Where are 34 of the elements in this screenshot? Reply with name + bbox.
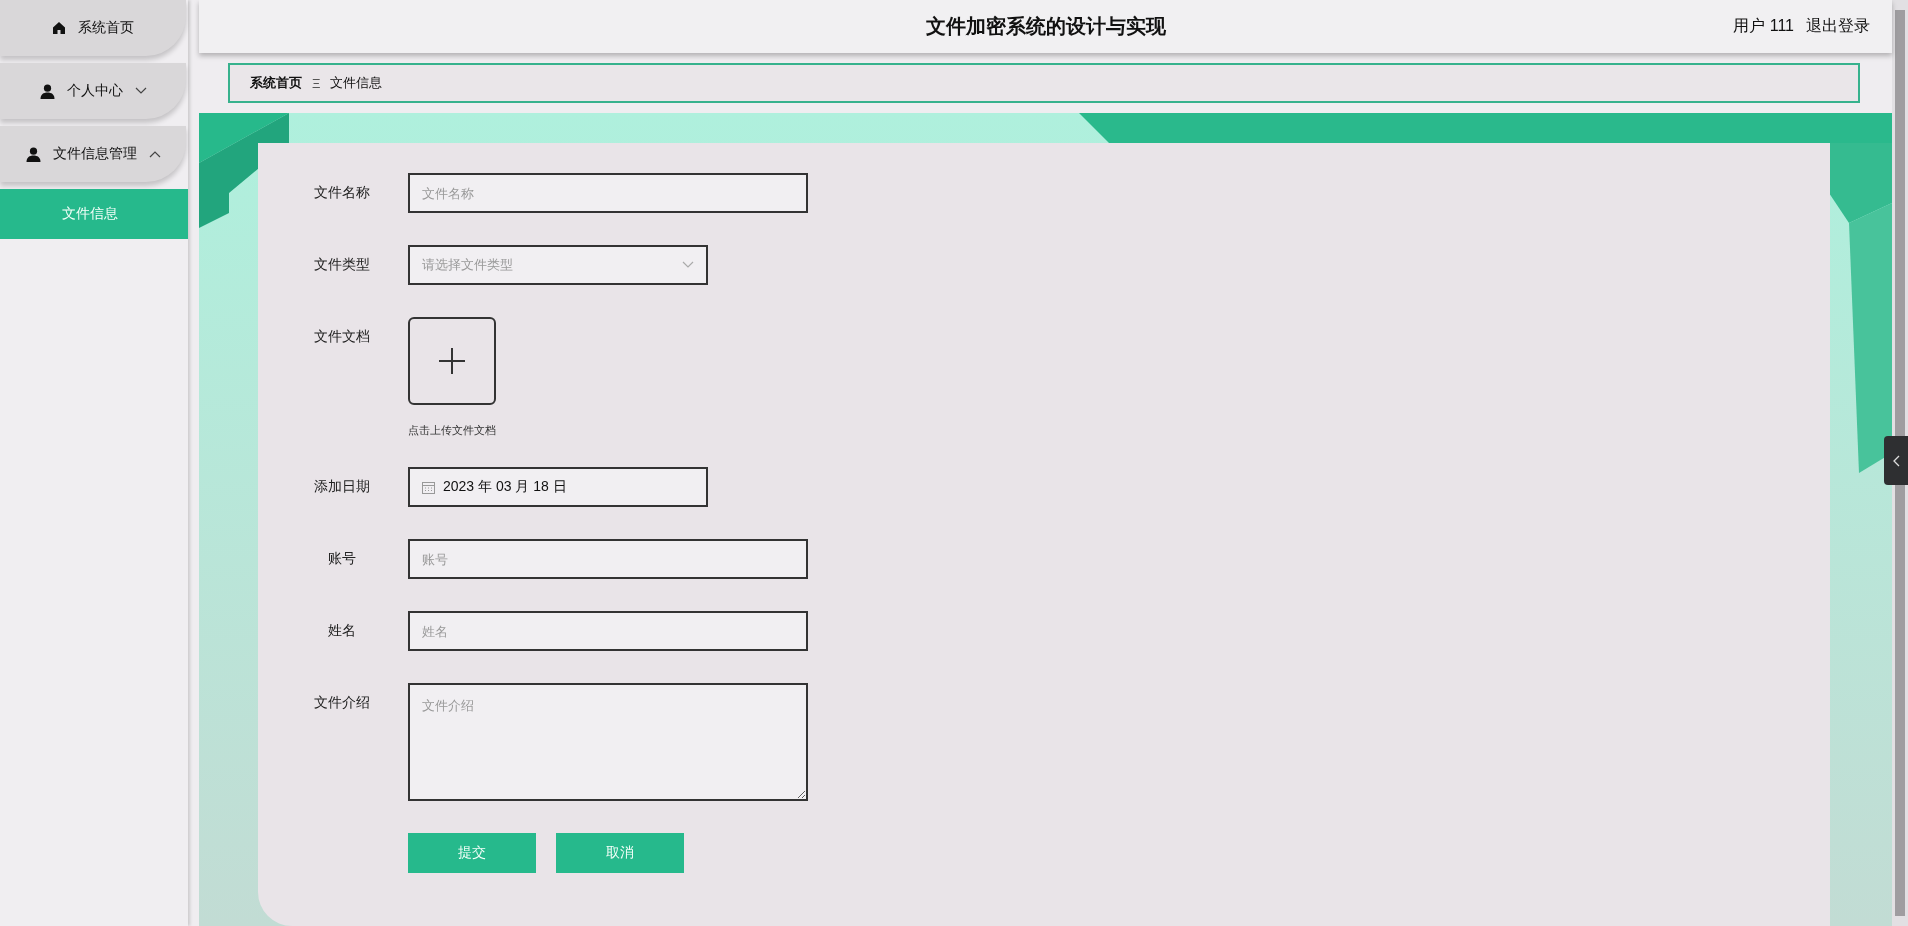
chevron-down-icon (682, 261, 694, 269)
upload-button[interactable] (408, 317, 496, 405)
field-label: 添加日期 (313, 478, 371, 496)
field-label: 姓名 (327, 622, 357, 640)
chevron-left-icon (1892, 454, 1900, 467)
text-input[interactable]: 姓名 (408, 611, 808, 651)
text-input[interactable]: 文件名称 (408, 173, 808, 213)
sidebar-menu-item[interactable]: 文件信息管理 (0, 126, 186, 182)
chevron-down-icon (134, 87, 147, 95)
breadcrumb-item[interactable]: 系统首页 (250, 74, 302, 92)
person-icon (39, 83, 55, 99)
field-label: 文件名称 (313, 184, 371, 202)
field-label: 文件类型 (313, 256, 371, 274)
scrollbar-thumb[interactable] (1895, 10, 1905, 916)
user-label: 用户 111 (1733, 16, 1794, 36)
date-field[interactable]: 2023 年 03 月 18 日 (408, 467, 708, 507)
sidebar-menu-item[interactable]: 个人中心 (0, 63, 186, 119)
field-label: 账号 (327, 550, 357, 568)
breadcrumb-separator: Ξ (312, 75, 321, 91)
chevron-up-icon (148, 150, 161, 158)
field-label: 文件介绍 (313, 694, 371, 712)
logout-link[interactable]: 退出登录 (1806, 16, 1870, 37)
text-input[interactable]: 账号 (408, 539, 808, 579)
collapse-toggle[interactable] (1884, 436, 1908, 485)
calendar-icon (422, 480, 435, 494)
person-icon (25, 146, 41, 162)
home-icon (52, 21, 66, 35)
sidebar-menu-item[interactable]: 系统首页 (0, 0, 186, 56)
page-title: 文件加密系统的设计与实现 (925, 15, 1166, 37)
plus-icon (439, 348, 465, 374)
textarea-field[interactable]: 文件介绍 (408, 683, 808, 801)
field-label: 文件文档 (313, 328, 371, 346)
breadcrumb-item: 文件信息 (330, 74, 383, 92)
upload-hint: 点击上传文件文档 (408, 423, 497, 437)
